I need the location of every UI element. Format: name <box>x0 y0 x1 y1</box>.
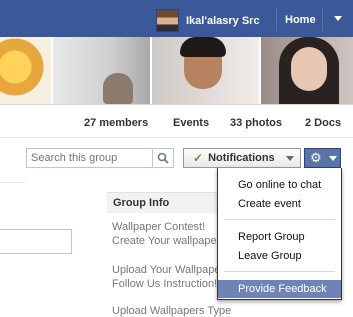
gear-icon: ⚙ <box>310 150 322 165</box>
menu-item-go-online-to-chat[interactable]: Go online to chat <box>218 176 341 194</box>
notifications-label: Notifications <box>208 152 275 164</box>
cover-photo[interactable] <box>53 37 153 104</box>
cover-photo[interactable] <box>0 37 54 104</box>
divider <box>0 182 25 183</box>
account-menu-caret-icon[interactable] <box>334 16 342 21</box>
group-info-line: Create Your wallpaper <box>112 235 221 247</box>
notifications-button[interactable]: ✓ Notifications <box>183 148 301 168</box>
top-nav-bar: Ikal'alasry Src Home <box>0 0 353 38</box>
menu-item-provide-feedback[interactable]: Provide Feedback <box>218 280 341 298</box>
group-info-line: Upload Wallpapers Type <box>112 305 232 317</box>
menu-separator <box>224 219 335 220</box>
photos-link[interactable]: 33 photos <box>230 117 282 129</box>
menu-item-create-event[interactable]: Create event <box>218 195 341 213</box>
group-info-header: Group Info <box>107 192 222 213</box>
menu-item-leave-group[interactable]: Leave Group <box>218 247 341 265</box>
group-info-line: Follow Us Instruction! <box>112 278 218 290</box>
nav-separator <box>322 7 323 31</box>
divider <box>0 137 353 138</box>
menu-separator <box>224 271 335 272</box>
group-info-title: Group Info <box>113 197 170 209</box>
cover-photo[interactable] <box>152 37 261 104</box>
search-input[interactable] <box>27 149 159 167</box>
user-name[interactable]: Ikal'alasry Src <box>186 15 260 27</box>
members-link[interactable]: 27 members <box>84 117 148 129</box>
group-search <box>26 148 174 168</box>
group-settings-menu: Go online to chat Create event Report Gr… <box>217 168 342 300</box>
search-button[interactable] <box>152 149 173 167</box>
post-composer-input[interactable] <box>0 229 72 254</box>
chevron-down-icon <box>329 156 337 161</box>
search-icon <box>157 152 169 164</box>
avatar[interactable] <box>156 9 179 32</box>
menu-item-report-group[interactable]: Report Group <box>218 228 341 246</box>
checkmark-icon: ✓ <box>193 151 204 165</box>
cover-photo-strip <box>0 37 353 105</box>
profile-link[interactable]: Ikal'alasry Src <box>156 9 260 32</box>
group-info-line: Upload Your Wallpaper <box>112 264 225 276</box>
docs-link[interactable]: 2 Docs <box>305 117 341 129</box>
cover-photo[interactable] <box>260 37 353 104</box>
group-info-line: Wallpaper Contest! <box>112 221 206 233</box>
chevron-down-icon <box>286 156 294 161</box>
home-link[interactable]: Home <box>285 14 316 26</box>
settings-button[interactable]: ⚙ <box>304 148 341 168</box>
nav-separator <box>276 7 277 31</box>
events-link[interactable]: Events <box>173 117 209 129</box>
